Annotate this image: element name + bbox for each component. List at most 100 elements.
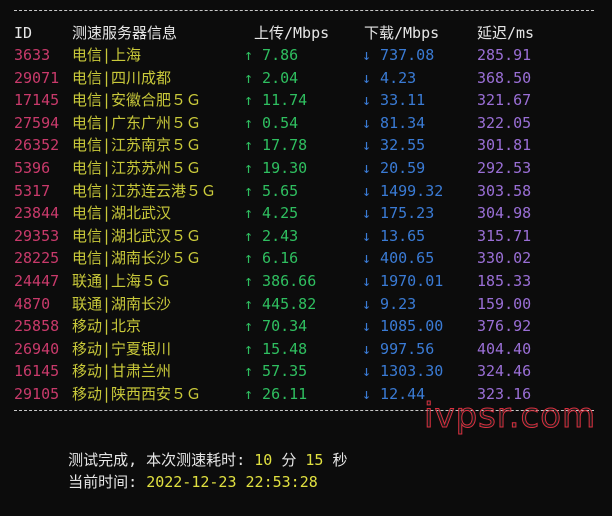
time-value: 2022-12-23 22:53:28 (146, 472, 318, 491)
row-node: 电信|江苏南京５Ｇ (72, 136, 202, 155)
table-row: 25858 移动|北京 ↑ 70.34 ↓ 1085.00 376.92 (0, 315, 612, 338)
row-download: ↓ 1499.32 (362, 181, 444, 200)
row-node: 移动|宁夏银川 (72, 339, 172, 358)
row-id: 17145 (14, 91, 60, 110)
row-download: ↓ 1303.30 (362, 362, 444, 381)
row-id: 16145 (14, 362, 60, 381)
row-upload: ↑ 19.30 (244, 159, 308, 177)
row-download: ↓ 33.11 (362, 91, 426, 110)
row-id: 5396 (14, 159, 51, 177)
row-upload: ↑ 386.66 (244, 272, 317, 290)
row-download: ↓ 32.55 (362, 136, 426, 155)
row-latency: 330.02 (477, 249, 532, 268)
top-divider (14, 10, 594, 11)
row-upload: ↑ 4.25 (244, 204, 299, 223)
row-node: 移动|陕西西安５Ｇ (72, 385, 202, 403)
row-id: 4870 (14, 294, 51, 313)
row-node: 电信|湖北武汉 (72, 204, 172, 223)
table-row: 26940 移动|宁夏银川 ↑ 15.48 ↓ 997.56 404.40 (0, 338, 612, 361)
row-latency: 324.46 (477, 362, 532, 381)
table-row: 26352 电信|江苏南京５Ｇ ↑ 17.78 ↓ 32.55 301.81 (0, 134, 612, 157)
row-latency: 303.58 (477, 181, 532, 200)
row-download: ↓ 20.59 (362, 159, 426, 177)
row-download: ↓ 1970.01 (362, 272, 444, 290)
row-node: 电信|江苏连云港５Ｇ (72, 181, 217, 200)
row-id: 26352 (14, 136, 60, 155)
table-row: 16145 移动|甘肃兰州 ↑ 57.35 ↓ 1303.30 324.46 (0, 360, 612, 383)
row-download: ↓ 1085.00 (362, 317, 444, 336)
row-node: 电信|安徽合肥５Ｇ (72, 91, 202, 110)
row-id: 23844 (14, 204, 60, 223)
table-row: 5396 电信|江苏苏州５Ｇ ↑ 19.30 ↓ 20.59 292.53 (0, 157, 612, 180)
row-download: ↓ 9.23 (362, 294, 417, 313)
table-row: 27594 电信|广东广州５Ｇ ↑ 0.54 ↓ 81.34 322.05 (0, 112, 612, 135)
row-id: 24447 (14, 272, 60, 290)
row-latency: 368.50 (477, 68, 532, 87)
row-download: ↓ 400.65 (362, 249, 435, 268)
row-latency: 285.91 (477, 46, 532, 64)
row-download: ↓ 12.44 (362, 385, 426, 403)
row-download: ↓ 13.65 (362, 226, 426, 245)
row-upload: ↑ 57.35 (244, 362, 308, 381)
row-node: 电信|江苏苏州５Ｇ (72, 159, 202, 177)
row-id: 26940 (14, 339, 60, 358)
row-id: 29105 (14, 385, 60, 403)
row-upload: ↑ 445.82 (244, 294, 317, 313)
row-download: ↓ 175.23 (362, 204, 435, 223)
row-download: ↓ 4.23 (362, 68, 417, 87)
table-row: 29353 电信|湖北武汉５Ｇ ↑ 2.43 ↓ 13.65 315.71 (0, 225, 612, 248)
row-latency: 376.92 (477, 317, 532, 336)
row-node: 电信|湖北武汉５Ｇ (72, 226, 202, 245)
row-upload: ↑ 7.86 (244, 46, 299, 64)
header-download: 下载/Mbps (364, 24, 440, 42)
row-latency: 185.33 (477, 272, 532, 290)
row-node: 联通|上海５Ｇ (72, 272, 172, 290)
row-download: ↓ 737.08 (362, 46, 435, 64)
row-latency: 159.00 (477, 294, 532, 313)
row-latency: 304.98 (477, 204, 532, 223)
table-row: 3633 电信|上海 ↑ 7.86 ↓ 737.08 285.91 (0, 44, 612, 67)
header-id: ID (14, 24, 33, 42)
row-latency: 404.40 (477, 339, 532, 358)
table-row: 23844 电信|湖北武汉 ↑ 4.25 ↓ 175.23 304.98 (0, 202, 612, 225)
row-upload: ↑ 2.04 (244, 68, 299, 87)
row-upload: ↑ 70.34 (244, 317, 308, 336)
table-row: 17145 电信|安徽合肥５Ｇ ↑ 11.74 ↓ 33.11 321.67 (0, 89, 612, 112)
row-upload: ↑ 2.43 (244, 226, 299, 245)
time-line: 当前时间: 2022-12-23 22:53:28 (32, 448, 318, 516)
header-upload: 上传/Mbps (254, 24, 330, 42)
row-node: 电信|湖南长沙５Ｇ (72, 249, 202, 268)
row-id: 28225 (14, 249, 60, 268)
table-row: 28225 电信|湖南长沙５Ｇ ↑ 6.16 ↓ 400.65 330.02 (0, 247, 612, 270)
terminal-window[interactable]: ID 测速服务器信息 上传/Mbps 下载/Mbps 延迟/ms 3633 电信|… (0, 0, 612, 491)
row-node: 移动|北京 (72, 317, 142, 336)
row-upload: ↑ 17.78 (244, 136, 308, 155)
header-latency: 延迟/ms (477, 24, 535, 42)
table-row: 5317 电信|江苏连云港５Ｇ ↑ 5.65 ↓ 1499.32 303.58 (0, 180, 612, 203)
row-upload: ↑ 15.48 (244, 339, 308, 358)
time-label: 当前时间: (68, 472, 147, 491)
row-node: 移动|甘肃兰州 (72, 362, 172, 381)
row-latency: 322.05 (477, 113, 532, 132)
row-node: 电信|四川成都 (72, 68, 172, 87)
row-latency: 301.81 (477, 136, 532, 155)
row-node: 联通|湖南长沙 (72, 294, 172, 313)
summary-sec-unit: 秒 (323, 450, 348, 469)
table-row: 4870 联通|湖南长沙 ↑ 445.82 ↓ 9.23 159.00 (0, 293, 612, 316)
row-download: ↓ 997.56 (362, 339, 435, 358)
row-upload: ↑ 0.54 (244, 113, 299, 132)
row-download: ↓ 81.34 (362, 113, 426, 132)
row-id: 27594 (14, 113, 60, 132)
row-upload: ↑ 6.16 (244, 249, 299, 268)
row-upload: ↑ 26.11 (244, 385, 308, 403)
row-id: 29353 (14, 226, 60, 245)
table-row: 24447 联通|上海５Ｇ ↑ 386.66 ↓ 1970.01 185.33 (0, 270, 612, 293)
table-row: 29071 电信|四川成都 ↑ 2.04 ↓ 4.23 368.50 (0, 67, 612, 90)
table-header: ID 测速服务器信息 上传/Mbps 下载/Mbps 延迟/ms (0, 22, 612, 45)
row-id: 3633 (14, 46, 51, 64)
row-upload: ↑ 5.65 (244, 181, 299, 200)
row-upload: ↑ 11.74 (244, 91, 308, 110)
row-node: 电信|上海 (72, 46, 142, 64)
row-id: 5317 (14, 181, 51, 200)
row-latency: 315.71 (477, 226, 532, 245)
